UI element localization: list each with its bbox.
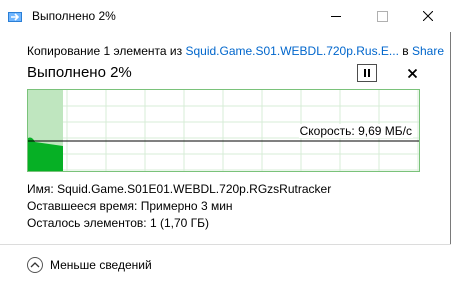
copy-prefix: Копирование 1 элемента из xyxy=(27,44,186,58)
minimize-button[interactable] xyxy=(313,0,359,32)
destination-link[interactable]: Share xyxy=(412,44,444,58)
detail-items-remaining: Осталось элементов: 1 (1,70 ГБ) xyxy=(27,216,209,230)
copy-middle: в xyxy=(398,44,412,58)
footer: Меньше сведений xyxy=(0,245,451,285)
items-label: Осталось элементов: xyxy=(27,216,147,230)
speed-graph: Скорость: 9,69 МБ/с xyxy=(27,89,420,172)
source-link[interactable]: Squid.Game.S01.WEBDL.720p.Rus.E... xyxy=(185,44,398,58)
maximize-icon xyxy=(376,10,388,22)
name-value: Squid.Game.S01E01.WEBDL.720p.RGzsRutrack… xyxy=(57,182,332,196)
time-value: Примерно 3 мин xyxy=(140,199,233,213)
chevron-up-icon xyxy=(27,257,43,273)
copy-arrow-icon xyxy=(8,10,24,22)
speed-label: Скорость: 9,69 МБ/с xyxy=(298,124,413,138)
close-icon xyxy=(423,11,433,21)
name-label: Имя: xyxy=(27,182,54,196)
progress-title: Выполнено 2% xyxy=(27,64,132,81)
detail-name: Имя: Squid.Game.S01E01.WEBDL.720p.RGzsRu… xyxy=(27,182,331,196)
maximize-button xyxy=(359,0,405,32)
window-title: Выполнено 2% xyxy=(32,9,116,23)
copy-progress-window: Выполнено 2% Копирование 1 элемента из S… xyxy=(0,0,451,285)
title-bar[interactable]: Выполнено 2% xyxy=(0,0,451,32)
pause-icon xyxy=(363,69,371,77)
time-label: Оставшееся время: xyxy=(27,199,138,213)
copy-description: Копирование 1 элемента из Squid.Game.S01… xyxy=(27,44,444,58)
detail-time-remaining: Оставшееся время: Примерно 3 мин xyxy=(27,199,233,213)
less-details-label: Меньше сведений xyxy=(50,258,152,272)
pause-button[interactable] xyxy=(357,64,377,82)
less-details-button[interactable]: Меньше сведений xyxy=(27,257,152,273)
minimize-icon xyxy=(331,15,341,17)
cancel-icon xyxy=(407,68,417,78)
cancel-button[interactable] xyxy=(402,64,422,82)
close-button[interactable] xyxy=(405,0,451,32)
items-value: 1 (1,70 ГБ) xyxy=(149,216,210,230)
